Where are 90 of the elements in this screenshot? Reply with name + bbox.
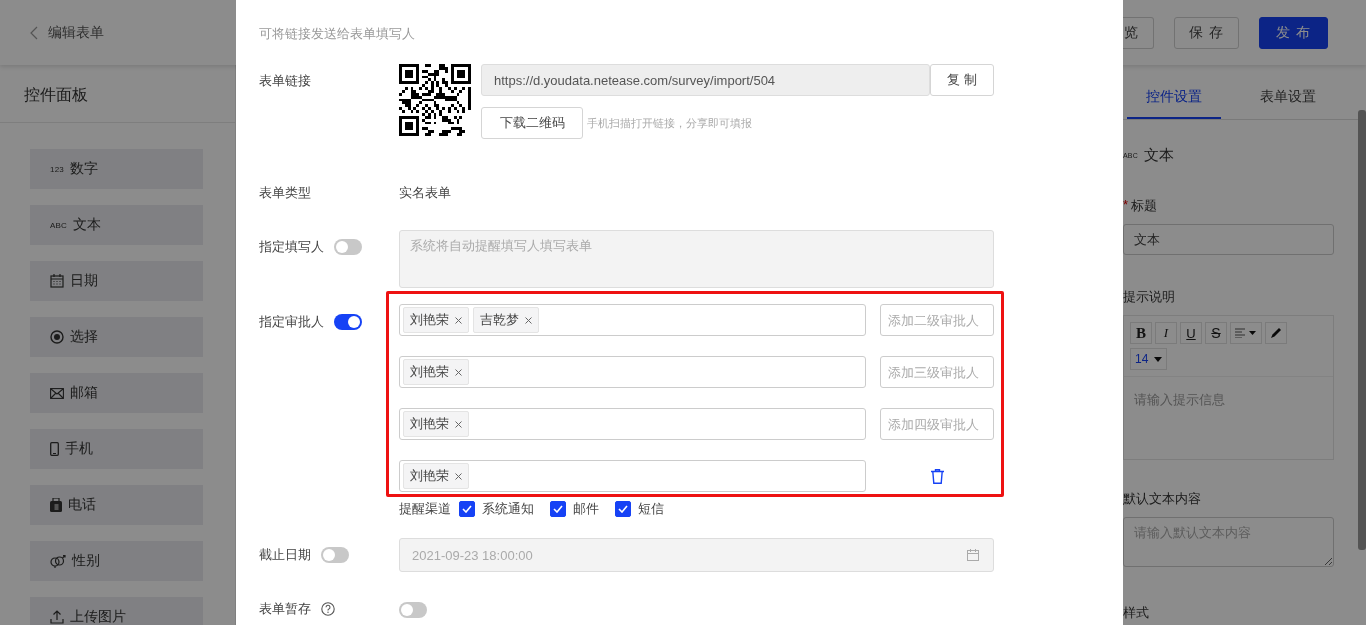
delete-icon[interactable] bbox=[930, 468, 944, 484]
panel-title: 控件面板 bbox=[0, 65, 235, 123]
control-type-icon: 123 bbox=[50, 164, 64, 174]
remove-icon[interactable] bbox=[525, 316, 532, 324]
calendar-icon bbox=[967, 549, 979, 561]
field-label: 提示说明 bbox=[1123, 288, 1176, 306]
format-button[interactable]: S bbox=[1205, 322, 1227, 344]
telephone-icon bbox=[50, 498, 62, 512]
control-item[interactable]: 手机 bbox=[30, 429, 203, 469]
upload-icon bbox=[50, 610, 64, 624]
check-icon bbox=[553, 505, 563, 513]
format-button[interactable]: U bbox=[1180, 322, 1202, 344]
field-label: 表单类型 bbox=[259, 184, 311, 202]
add-approver-field[interactable]: 添加四级审批人 bbox=[880, 408, 994, 440]
toggle-switch[interactable] bbox=[334, 239, 362, 255]
approver-tag: 刘艳荣 bbox=[403, 411, 469, 437]
field-label: 表单链接 bbox=[259, 72, 311, 90]
pen-icon bbox=[1270, 327, 1282, 339]
control-item[interactable]: 123 数字 bbox=[30, 149, 203, 189]
checkbox[interactable] bbox=[550, 501, 566, 517]
calendar-icon bbox=[50, 274, 64, 288]
remove-icon[interactable] bbox=[455, 472, 462, 480]
approver-field[interactable]: 刘艳荣 吉乾梦 bbox=[399, 304, 866, 336]
add-approver-field[interactable]: 添加三级审批人 bbox=[880, 356, 994, 388]
control-item[interactable]: 选择 bbox=[30, 317, 203, 357]
checkbox-label: 短信 bbox=[638, 500, 664, 518]
control-item[interactable]: 日期 bbox=[30, 261, 203, 301]
field-label: 截止日期 bbox=[259, 546, 311, 564]
format-button[interactable]: B bbox=[1130, 322, 1152, 344]
title-input[interactable]: 文本 bbox=[1123, 224, 1334, 255]
back-link[interactable]: 编辑表单 bbox=[30, 23, 104, 42]
checkbox[interactable] bbox=[615, 501, 631, 517]
qr-code bbox=[399, 64, 471, 136]
dialog-hint: 可将链接发送给表单填写人 bbox=[259, 26, 416, 42]
gender-icon bbox=[50, 554, 66, 568]
toggle-switch[interactable] bbox=[321, 547, 349, 563]
required-mark: * bbox=[1123, 197, 1129, 214]
field-label: 表单暂存 bbox=[259, 600, 311, 618]
toggle-switch[interactable] bbox=[399, 601, 427, 618]
field-label: 提醒渠道 bbox=[399, 500, 451, 518]
settings-tab[interactable]: 控件设置 bbox=[1127, 65, 1221, 119]
check-icon bbox=[618, 505, 628, 513]
control-item[interactable]: 电话 bbox=[30, 485, 203, 525]
mobile-phone-icon bbox=[50, 442, 59, 456]
envelope-icon bbox=[50, 387, 64, 399]
pen-button[interactable] bbox=[1265, 322, 1287, 344]
settings-tab[interactable]: 表单设置 bbox=[1241, 65, 1335, 119]
control-item[interactable]: ABC 文本 bbox=[30, 205, 203, 245]
approver-tag: 吉乾梦 bbox=[473, 307, 539, 333]
caret-icon bbox=[1154, 356, 1163, 362]
scan-hint: 手机扫描打开链接，分享即可填报 bbox=[587, 116, 752, 131]
approver-field[interactable]: 刘艳荣 bbox=[399, 408, 866, 440]
control-type-icon: ABC bbox=[50, 220, 68, 230]
link-field[interactable]: https://d.youdata.netease.com/survey/import/504 bbox=[481, 64, 930, 96]
checkbox[interactable] bbox=[459, 501, 475, 517]
checkbox-label: 系统通知 bbox=[482, 500, 534, 518]
scrollbar[interactable] bbox=[1358, 110, 1366, 550]
control-item[interactable]: 邮箱 bbox=[30, 373, 203, 413]
copy-button[interactable]: 复 制 bbox=[930, 64, 994, 96]
help-icon[interactable] bbox=[321, 602, 335, 616]
check-icon bbox=[462, 505, 472, 513]
approver-field[interactable]: 刘艳荣 bbox=[399, 460, 866, 492]
remove-icon[interactable] bbox=[455, 368, 462, 376]
toggle-switch[interactable] bbox=[334, 314, 362, 330]
control-item[interactable]: 性别 bbox=[30, 541, 203, 581]
control-name: 文本 bbox=[1144, 146, 1174, 165]
radio-icon bbox=[50, 330, 64, 344]
font-size-select[interactable]: 14 bbox=[1130, 348, 1168, 370]
align-icon bbox=[1235, 328, 1257, 338]
field-label: 指定填写人 bbox=[259, 238, 324, 256]
form-type-value: 实名表单 bbox=[399, 185, 451, 200]
control-item[interactable]: 上传图片 bbox=[30, 597, 203, 625]
remove-icon[interactable] bbox=[455, 316, 462, 324]
format-button[interactable]: I bbox=[1155, 322, 1177, 344]
header-button[interactable]: 保 存 bbox=[1174, 16, 1240, 49]
align-button[interactable] bbox=[1230, 322, 1262, 344]
approver-field[interactable]: 刘艳荣 bbox=[399, 356, 866, 388]
approver-tag: 刘艳荣 bbox=[403, 359, 469, 385]
approver-tag: 刘艳荣 bbox=[403, 307, 469, 333]
download-button[interactable]: 下载二维码 bbox=[481, 107, 583, 139]
approver-tag: 刘艳荣 bbox=[403, 463, 469, 489]
field-label: 标题 bbox=[1131, 197, 1158, 215]
checkbox-label: 邮件 bbox=[573, 500, 599, 518]
add-approver-field[interactable]: 添加二级审批人 bbox=[880, 304, 994, 336]
section-label: 样式 bbox=[1123, 604, 1150, 622]
header-button[interactable]: 发 布 bbox=[1259, 16, 1328, 49]
back-icon bbox=[30, 25, 38, 40]
remove-icon[interactable] bbox=[455, 420, 462, 428]
field-label: 默认文本内容 bbox=[1123, 490, 1202, 508]
field-label: 指定审批人 bbox=[259, 313, 324, 331]
